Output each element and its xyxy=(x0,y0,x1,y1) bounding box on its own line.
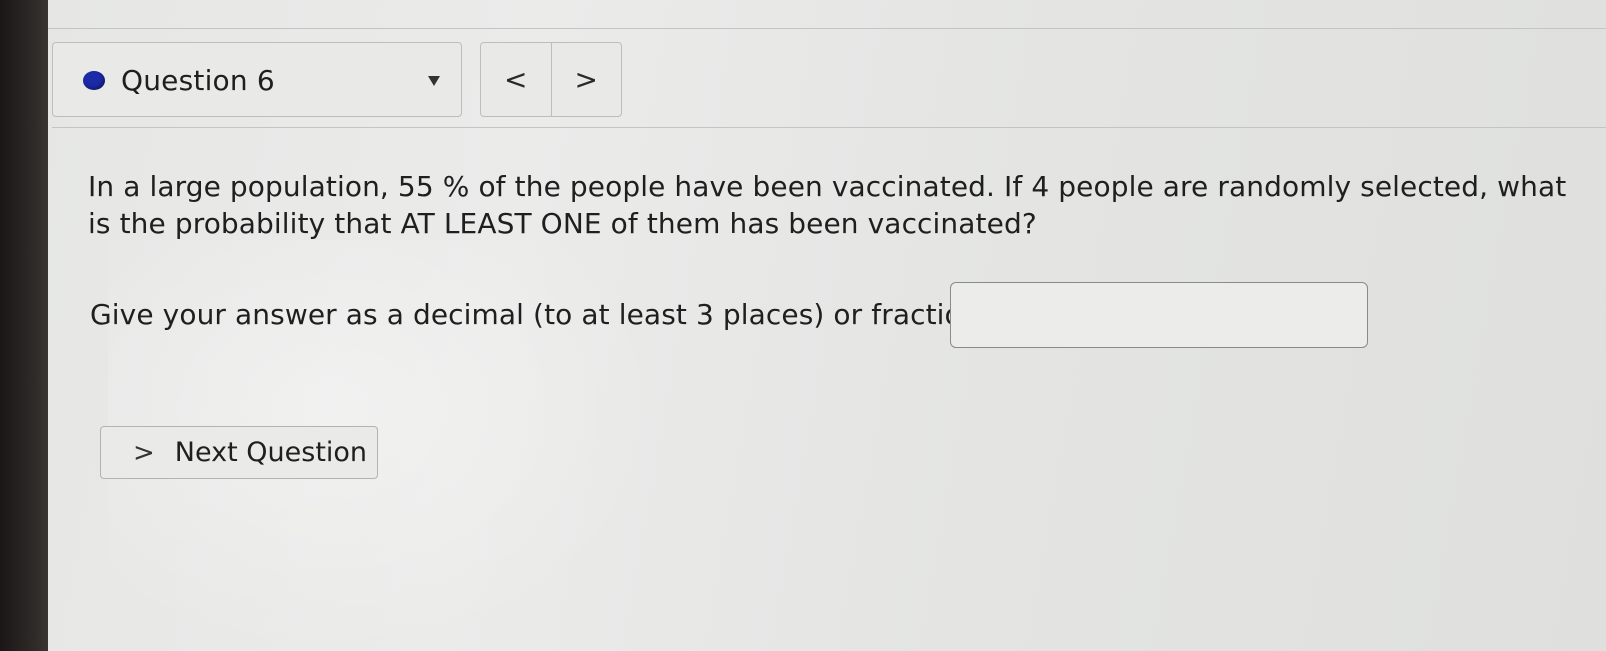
nav-divider xyxy=(52,127,1606,128)
next-question-label: Next Question xyxy=(174,437,368,468)
chevron-right-icon: > xyxy=(574,63,598,96)
question-selector[interactable]: Question 6 xyxy=(52,42,462,117)
question-text: In a large population, 55 % of the peopl… xyxy=(88,170,1567,240)
question-pager: < > xyxy=(480,42,622,117)
answer-prompt: Give your answer as a decimal (to at lea… xyxy=(90,298,989,331)
answer-input[interactable] xyxy=(950,282,1368,348)
top-divider xyxy=(48,28,1606,29)
next-question-arrow-button[interactable]: > xyxy=(552,43,622,116)
question-status-dot-icon xyxy=(83,71,105,90)
chevron-right-icon: > xyxy=(133,437,155,468)
quiz-page: Question 6 < > In a large population, 55… xyxy=(48,0,1606,651)
next-question-button[interactable]: > Next Question xyxy=(100,426,378,479)
previous-question-button[interactable]: < xyxy=(481,43,552,116)
screen-bezel xyxy=(0,0,48,651)
question-selector-label: Question 6 xyxy=(121,64,275,97)
dropdown-arrow-icon xyxy=(428,76,440,86)
chevron-left-icon: < xyxy=(504,63,528,96)
